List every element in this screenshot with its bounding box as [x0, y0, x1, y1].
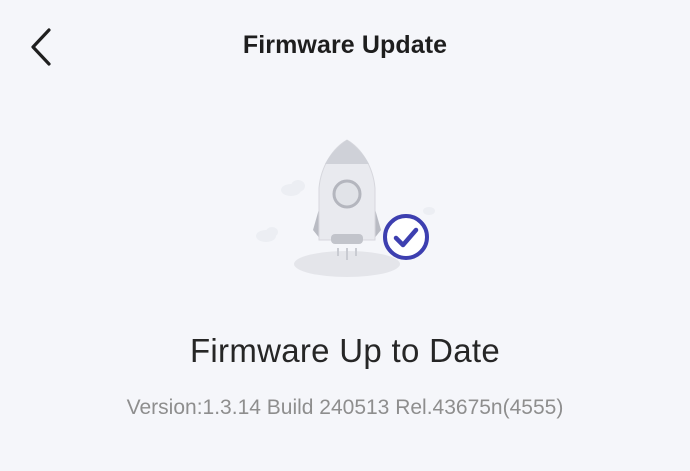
firmware-illustration — [245, 130, 445, 290]
check-circle-icon — [383, 214, 429, 260]
rocket-icon — [313, 139, 381, 260]
page-title: Firmware Update — [242, 31, 448, 59]
header: Firmware Update — [0, 0, 690, 96]
status-title: Firmware Up to Date — [189, 332, 501, 369]
firmware-version: Version:1.3.14 Build 240513 Rel.43675n(4… — [126, 396, 564, 419]
